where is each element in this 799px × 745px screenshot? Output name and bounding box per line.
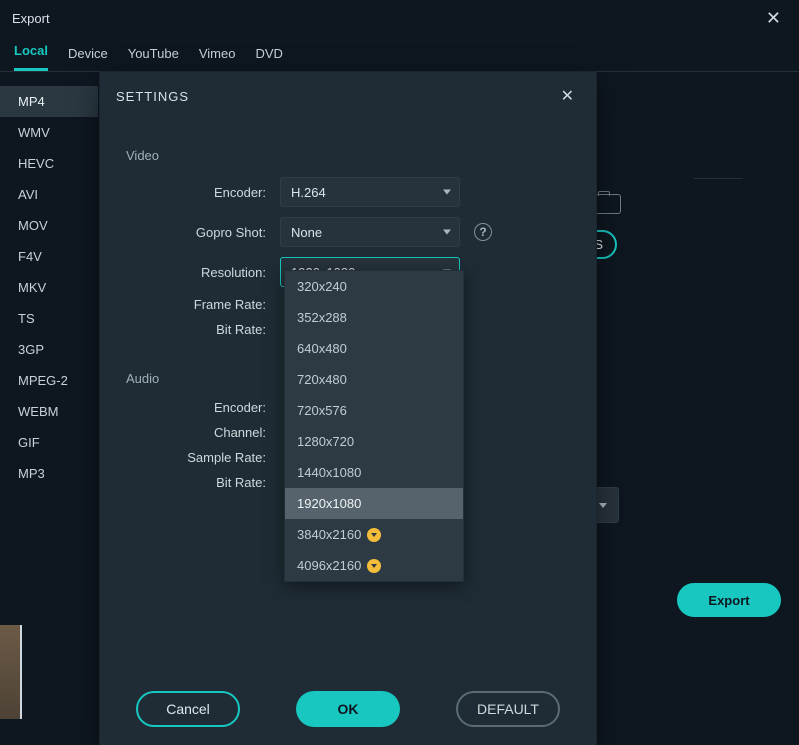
format-mpeg2[interactable]: MPEG-2	[0, 365, 98, 396]
resolution-option[interactable]: 3840x2160	[285, 519, 463, 550]
tab-dvd[interactable]: DVD	[255, 46, 282, 71]
format-avi[interactable]: AVI	[0, 179, 98, 210]
video-bitrate-label: Bit Rate:	[120, 322, 280, 337]
video-encoder-label: Encoder:	[120, 185, 280, 200]
resolution-label: Resolution:	[120, 265, 280, 280]
format-webm[interactable]: WEBM	[0, 396, 98, 427]
format-hevc[interactable]: HEVC	[0, 148, 98, 179]
format-f4v[interactable]: F4V	[0, 241, 98, 272]
tab-device[interactable]: Device	[68, 46, 108, 71]
video-encoder-select[interactable]: H.264	[280, 177, 460, 207]
resolution-option[interactable]: 4096x2160	[285, 550, 463, 581]
settings-close-icon[interactable]: ✕	[555, 84, 580, 108]
resolution-option-label: 352x288	[297, 310, 347, 325]
resolution-option[interactable]: 320x240	[285, 271, 463, 302]
resolution-option[interactable]: 1920x1080	[285, 488, 463, 519]
audio-bitrate-label: Bit Rate:	[120, 475, 280, 490]
window-title: Export	[12, 11, 50, 26]
resolution-option[interactable]: 352x288	[285, 302, 463, 333]
folder-icon[interactable]	[595, 194, 621, 214]
chevron-down-icon	[443, 230, 451, 235]
format-gif[interactable]: GIF	[0, 427, 98, 458]
resolution-option-label: 640x480	[297, 341, 347, 356]
resolution-option-label: 1920x1080	[297, 496, 361, 511]
resolution-option-label: 720x576	[297, 403, 347, 418]
gopro-label: Gopro Shot:	[120, 225, 280, 240]
tab-vimeo[interactable]: Vimeo	[199, 46, 236, 71]
video-encoder-value: H.264	[291, 185, 326, 200]
format-3gp[interactable]: 3GP	[0, 334, 98, 365]
resolution-option-label: 1280x720	[297, 434, 354, 449]
resolution-dropdown-scroll[interactable]: 320x240 352x288 640x480 720x480 720x576 1280x…	[285, 271, 463, 581]
gopro-select[interactable]: None	[280, 217, 460, 247]
format-mp3[interactable]: MP3	[0, 458, 98, 489]
resolution-option[interactable]: 720x480	[285, 364, 463, 395]
tab-local[interactable]: Local	[14, 43, 48, 71]
settings-modal-footer: Cancel OK DEFAULT	[100, 691, 596, 727]
gopro-value: None	[291, 225, 322, 240]
export-button[interactable]: Export	[677, 583, 781, 617]
help-icon[interactable]: ?	[474, 223, 492, 241]
format-ts[interactable]: TS	[0, 303, 98, 334]
samplerate-label: Sample Rate:	[120, 450, 280, 465]
framerate-label: Frame Rate:	[120, 297, 280, 312]
tab-youtube[interactable]: YouTube	[128, 46, 179, 71]
settings-modal: SETTINGS ✕ Video Encoder: H.264 Gopro Sh…	[100, 72, 596, 745]
chevron-down-icon	[599, 503, 607, 508]
export-tabs: Local Device YouTube Vimeo DVD	[0, 36, 799, 72]
audio-encoder-label: Encoder:	[120, 400, 280, 415]
ok-button[interactable]: OK	[296, 691, 400, 727]
settings-modal-header: SETTINGS ✕	[100, 72, 596, 118]
cancel-button[interactable]: Cancel	[136, 691, 240, 727]
resolution-option[interactable]: 720x576	[285, 395, 463, 426]
format-mov[interactable]: MOV	[0, 210, 98, 241]
divider	[694, 178, 743, 179]
premium-icon	[367, 559, 381, 573]
video-encoder-row: Encoder: H.264	[120, 177, 576, 207]
resolution-option[interactable]: 640x480	[285, 333, 463, 364]
settings-modal-title: SETTINGS	[116, 89, 189, 104]
resolution-option[interactable]: 1440x1080	[285, 457, 463, 488]
resolution-dropdown: 320x240 352x288 640x480 720x480 720x576 1280x…	[284, 270, 464, 582]
resolution-option-label: 4096x2160	[297, 558, 361, 573]
video-section-title: Video	[126, 148, 576, 163]
titlebar: Export ✕	[0, 0, 799, 36]
gopro-row: Gopro Shot: None ?	[120, 217, 576, 247]
premium-icon	[367, 528, 381, 542]
close-icon[interactable]: ✕	[760, 6, 787, 31]
resolution-option-label: 720x480	[297, 372, 347, 387]
resolution-option-label: 320x240	[297, 279, 347, 294]
channel-label: Channel:	[120, 425, 280, 440]
resolution-option-label: 1440x1080	[297, 465, 361, 480]
format-mp4[interactable]: MP4	[0, 86, 98, 117]
format-mkv[interactable]: MKV	[0, 272, 98, 303]
format-wmv[interactable]: WMV	[0, 117, 98, 148]
chevron-down-icon	[443, 190, 451, 195]
preview-thumbnail	[0, 625, 22, 719]
default-button[interactable]: DEFAULT	[456, 691, 560, 727]
resolution-option[interactable]: 1280x720	[285, 426, 463, 457]
resolution-option-label: 3840x2160	[297, 527, 361, 542]
